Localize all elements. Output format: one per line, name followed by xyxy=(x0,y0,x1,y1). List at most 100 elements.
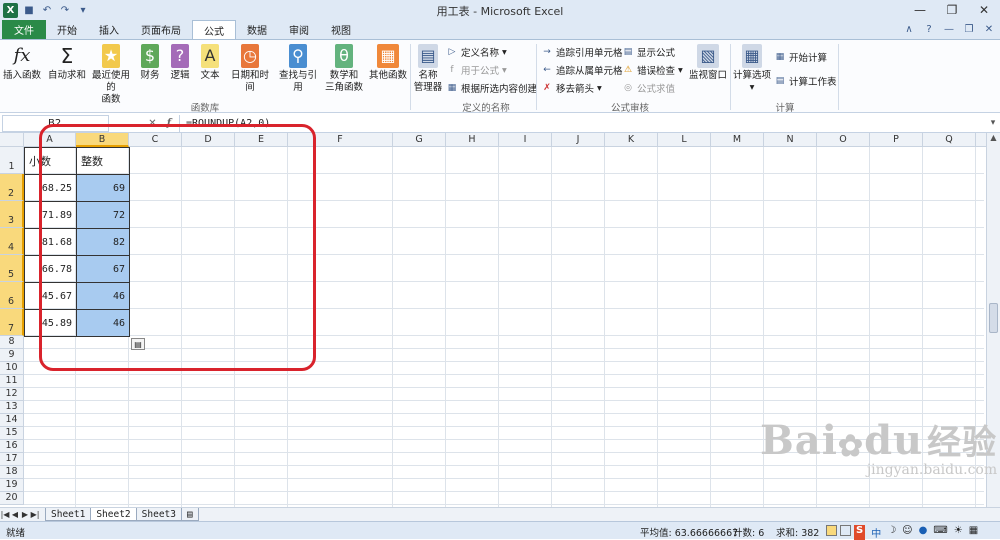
insert-sheet-icon[interactable]: ▤ xyxy=(180,508,199,521)
punctuation-icon[interactable]: ☽ xyxy=(887,525,896,540)
row-header-11[interactable]: 11 xyxy=(0,375,24,388)
row-header-3[interactable]: 3 xyxy=(0,201,24,228)
last-sheet-icon[interactable]: ▶| xyxy=(30,510,40,519)
chinese-mode-icon[interactable]: 中 xyxy=(871,525,881,540)
row-header-10[interactable]: 10 xyxy=(0,362,24,375)
row-header-16[interactable]: 16 xyxy=(0,440,24,453)
tools-icon[interactable]: ▦ xyxy=(969,525,978,540)
tab-formulas[interactable]: 公式 xyxy=(192,20,236,39)
row-header-19[interactable]: 19 xyxy=(0,479,24,492)
show-formulas-button[interactable]: ▤ 显示公式 xyxy=(622,45,675,59)
row-header-20[interactable]: 20 xyxy=(0,492,24,505)
more-functions-button[interactable]: ▦ 其他函数 xyxy=(368,44,408,82)
help-icon[interactable]: ? xyxy=(922,22,936,36)
sheet-tab-1[interactable]: Sheet1 xyxy=(45,508,92,521)
normal-view-icon[interactable] xyxy=(826,525,837,536)
vertical-scrollbar[interactable]: ▲ xyxy=(986,133,1000,507)
row-header-9[interactable]: 9 xyxy=(0,349,24,362)
mic-icon[interactable]: ● xyxy=(919,525,928,540)
first-sheet-icon[interactable]: |◀ xyxy=(0,510,10,519)
sheet-tab-2[interactable]: Sheet2 xyxy=(90,508,137,521)
paste-options-icon[interactable]: ▤ xyxy=(131,338,145,350)
tab-data[interactable]: 数据 xyxy=(236,20,278,39)
emoji-icon[interactable]: ☺ xyxy=(902,525,912,540)
restore-icon[interactable]: ❐ xyxy=(936,0,968,20)
create-from-selection-button[interactable]: ▦ 根据所选内容创建 xyxy=(446,81,537,95)
logical-button[interactable]: ? 逻辑 xyxy=(168,44,192,82)
row-header-2[interactable]: 2 xyxy=(0,174,24,201)
row-header-6[interactable]: 6 xyxy=(0,282,24,309)
column-header-g[interactable]: G xyxy=(393,133,446,147)
workbook-close-icon[interactable]: ✕ xyxy=(982,22,996,36)
error-check-button[interactable]: ⚠ 错误检查 ▾ xyxy=(622,63,683,78)
tab-review[interactable]: 审阅 xyxy=(278,20,320,39)
scroll-up-icon[interactable]: ▲ xyxy=(987,133,1000,145)
minimize-icon[interactable]: — xyxy=(904,0,936,20)
undo-icon[interactable]: ↶ xyxy=(40,3,54,17)
expand-formula-bar-icon[interactable]: ▾ xyxy=(986,115,1000,132)
trace-dependents-button[interactable]: ← 追踪从属单元格 xyxy=(541,63,622,77)
minimize-ribbon-icon[interactable]: ∧ xyxy=(902,22,916,36)
column-header-h[interactable]: H xyxy=(446,133,499,147)
column-header-j[interactable]: J xyxy=(552,133,605,147)
datetime-button[interactable]: ◷ 日期和时间 xyxy=(228,44,272,94)
close-icon[interactable]: ✕ xyxy=(968,0,1000,20)
prev-sheet-icon[interactable]: ◀ xyxy=(10,510,20,519)
redo-icon[interactable]: ↷ xyxy=(58,3,72,17)
scroll-thumb[interactable] xyxy=(989,303,998,333)
workbook-minimize-icon[interactable]: — xyxy=(942,22,956,36)
define-name-button[interactable]: ▷ 定义名称 ▾ xyxy=(446,45,507,60)
row-header-14[interactable]: 14 xyxy=(0,414,24,427)
tab-insert[interactable]: 插入 xyxy=(88,20,130,39)
skin-icon[interactable]: ☀ xyxy=(954,525,963,540)
row-header-5[interactable]: 5 xyxy=(0,255,24,282)
row-header-7[interactable]: 7 xyxy=(0,309,24,336)
text-button[interactable]: A 文本 xyxy=(198,44,222,82)
column-header-p[interactable]: P xyxy=(870,133,923,147)
calc-options-button[interactable]: ▦ 计算选项 ▾ xyxy=(733,44,771,94)
next-sheet-icon[interactable]: ▶ xyxy=(20,510,30,519)
evaluate-formula-button[interactable]: ◎ 公式求值 xyxy=(622,81,675,95)
row-header-15[interactable]: 15 xyxy=(0,427,24,440)
workbook-restore-icon[interactable]: ❐ xyxy=(962,22,976,36)
column-header-k[interactable]: K xyxy=(605,133,658,147)
autosum-button[interactable]: Σ 自动求和 xyxy=(47,44,87,82)
insert-function-button[interactable]: fx 插入函数 xyxy=(3,44,41,82)
row-header-1[interactable]: 1 xyxy=(0,147,24,174)
row-header-4[interactable]: 4 xyxy=(0,228,24,255)
keyboard-icon[interactable]: ⌨ xyxy=(933,525,947,540)
column-header-n[interactable]: N xyxy=(764,133,817,147)
column-header-m[interactable]: M xyxy=(711,133,764,147)
customize-qat-icon[interactable]: ▾ xyxy=(76,3,90,17)
watch-window-button[interactable]: ▧ 监视窗口 xyxy=(688,44,728,82)
use-in-formula-button[interactable]: f 用于公式 ▾ xyxy=(446,63,506,78)
recent-functions-button[interactable]: ★ 最近使用的 函数 xyxy=(88,44,134,106)
row-header-18[interactable]: 18 xyxy=(0,466,24,479)
sogou-icon[interactable]: S xyxy=(854,525,866,540)
sheet-tab-3[interactable]: Sheet3 xyxy=(135,508,182,521)
excel-logo-icon[interactable]: X xyxy=(3,2,18,18)
column-header-l[interactable]: L xyxy=(658,133,711,147)
column-header-o[interactable]: O xyxy=(817,133,870,147)
tab-file[interactable]: 文件 xyxy=(2,20,46,39)
tab-page-layout[interactable]: 页面布局 xyxy=(130,20,192,39)
row-header-17[interactable]: 17 xyxy=(0,453,24,466)
calc-now-button[interactable]: ▦ 开始计算 xyxy=(774,50,827,64)
name-manager-button[interactable]: ▤ 名称 管理器 xyxy=(413,44,443,94)
row-header-12[interactable]: 12 xyxy=(0,388,24,401)
tab-view[interactable]: 视图 xyxy=(320,20,362,39)
column-header-i[interactable]: I xyxy=(499,133,552,147)
tab-home[interactable]: 开始 xyxy=(46,20,88,39)
page-layout-view-icon[interactable] xyxy=(840,525,851,536)
calc-sheet-button[interactable]: ▤ 计算工作表 xyxy=(774,74,837,88)
remove-arrows-button[interactable]: ✗ 移去箭头 ▾ xyxy=(541,81,602,96)
save-icon[interactable]: ■ xyxy=(22,3,36,17)
financial-button[interactable]: $ 财务 xyxy=(138,44,162,82)
row-header-13[interactable]: 13 xyxy=(0,401,24,414)
column-header-q[interactable]: Q xyxy=(923,133,976,147)
trace-precedents-button[interactable]: → 追踪引用单元格 xyxy=(541,45,622,59)
row-header-8[interactable]: 8 xyxy=(0,336,24,349)
select-all-corner[interactable] xyxy=(0,133,24,147)
math-button[interactable]: θ 数学和 三角函数 xyxy=(324,44,364,94)
lookup-button[interactable]: ⚲ 查找与引用 xyxy=(276,44,320,94)
